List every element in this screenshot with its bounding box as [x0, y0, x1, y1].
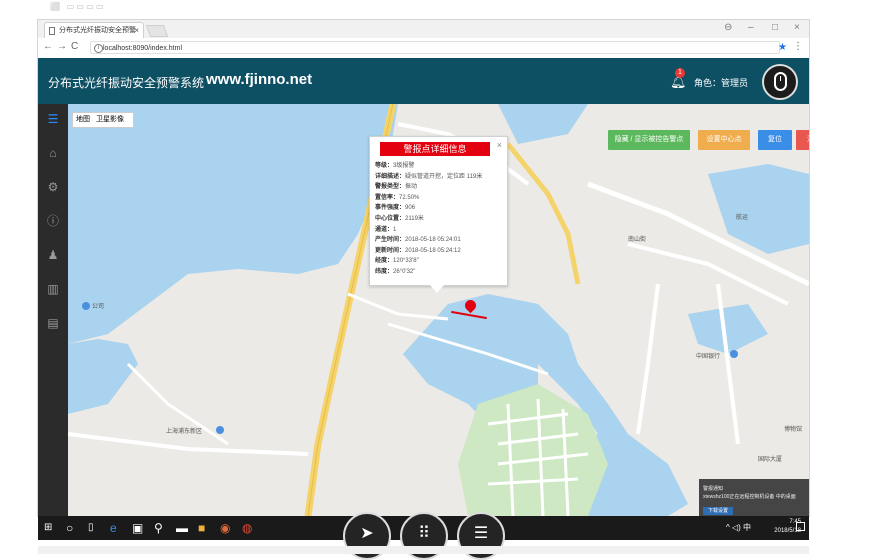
popup-close-icon[interactable]: × [497, 140, 502, 150]
mouse-mode-button[interactable] [762, 64, 798, 100]
detail-row: 置信率：72.50% [375, 194, 420, 201]
notification-badge: 1 [675, 68, 685, 78]
chrome-icon[interactable]: ◍ [242, 520, 252, 536]
detail-row: 经度：120°33'8" [375, 258, 419, 265]
explorer-icon[interactable]: ▬ [176, 520, 188, 536]
info-circle-icon[interactable]: ⓘ [44, 212, 62, 230]
set-center-button[interactable]: 设置中心点 [698, 130, 750, 150]
detail-row: 详细描述：疑似管道开挖，定位距 119米 [375, 173, 483, 180]
menu-icon[interactable]: ☰ [44, 110, 62, 128]
toggle-alarm-label: 隐藏 / 显示被控告警点 [614, 136, 684, 143]
tab-bar: 分布式光纤振动安全预警 × ⊖ – □ × [38, 20, 809, 38]
windows-start-icon[interactable]: ⊞ [44, 520, 52, 536]
ime-indicator[interactable]: 中 [743, 523, 751, 532]
map-label: 南山街 [628, 237, 647, 243]
action-center-icon[interactable] [796, 522, 805, 531]
notice-button[interactable]: 下载设置 [703, 507, 733, 515]
mouse-icon [774, 72, 787, 91]
bookmark-star-icon[interactable]: ★ [778, 42, 787, 53]
address-bar-row: ← → C i localhost:8090/index.html ★ ⋮ [38, 38, 809, 59]
map-label: 国际大厦 [758, 457, 783, 463]
hamburger-icon: ☰ [473, 525, 489, 542]
reset-button[interactable]: 复位 [758, 130, 792, 150]
app-title: 分布式光纤振动安全预警系统 [48, 76, 205, 90]
map-label: 上海浦东新区 [166, 429, 203, 435]
site-url: www.fjinno.net [206, 71, 313, 88]
map-label: 公司 [92, 304, 105, 310]
detail-row: 中心位置：2119米 [375, 215, 424, 222]
detail-row: 等级：3级报警 [375, 163, 415, 169]
forward-icon[interactable]: → [57, 41, 67, 52]
tab-satellite[interactable]: 卫星影像 [96, 116, 124, 123]
url-text: localhost:8090/index.html [103, 45, 182, 52]
edge-icon[interactable]: e [110, 520, 117, 536]
poi-icon[interactable] [730, 350, 738, 358]
notice-text: 警报通知 xtewshz100正在远程控制机设备 中的桌面 [703, 485, 796, 501]
popup-title: 警报点详细信息 [380, 142, 490, 156]
sidebar: ☰ ⌂ ⚙ ⓘ ♟ ▥ ▤ [38, 104, 68, 516]
maximize-button[interactable]: □ [772, 22, 778, 33]
detail-row: 更新时间：2018-05-18 05:24:12 [375, 247, 461, 254]
people-icon[interactable]: ⚲ [154, 520, 163, 536]
tab-close-icon[interactable]: × [134, 23, 139, 38]
detail-row: 通道：1 [375, 226, 397, 233]
home-icon[interactable]: ⌂ [44, 144, 62, 162]
remote-notice-window: 警报通知 xtewshz100正在远程控制机设备 中的桌面 下载设置 [699, 479, 809, 516]
tab-title: 分布式光纤振动安全预警 [59, 27, 136, 34]
folder-icon[interactable]: ■ [198, 520, 205, 536]
notice-title: 警报通知 [703, 486, 724, 492]
reset-label: 复位 [768, 136, 782, 143]
app-header: 分布式光纤振动安全预警系统 www.fjinno.net 🔔︎ 1 角色：管理员 [38, 58, 809, 104]
browser-menu-icon[interactable]: ⋮ [793, 41, 803, 52]
back-icon[interactable]: ← [43, 41, 53, 52]
detail-row: 事件强度：906 [375, 205, 416, 212]
map-view[interactable]: 地图卫星影像 隐藏 / 显示被控告警点 设置中心点 复位 清空 警报点详细信息 … [68, 104, 809, 516]
keyboard-icon: ⠿ [418, 525, 430, 542]
account-icon[interactable]: ⊖ [724, 22, 732, 33]
clear-button[interactable]: 清空 [796, 130, 809, 150]
minimize-button[interactable]: – [748, 22, 754, 33]
user-icon[interactable]: ♟ [44, 246, 62, 264]
toggle-alarm-points-button[interactable]: 隐藏 / 显示被控告警点 [608, 130, 690, 150]
map-label: 中国银行 [696, 354, 721, 360]
reload-icon[interactable]: C [71, 41, 78, 52]
notice-body: xtewshz100正在远程控制机设备 中的桌面 [703, 494, 796, 500]
close-window-button[interactable]: × [794, 22, 800, 33]
task-view-icon[interactable]: ▯ [88, 520, 94, 536]
chart-icon[interactable]: ▥ [44, 280, 62, 298]
tray-icons[interactable]: ^ ◁) 中 [726, 522, 751, 533]
bottom-strip [38, 546, 809, 554]
popup-details: 等级：3级报警 详细描述：疑似管道开挖，定位距 119米 警报类型：振动 置信率… [375, 161, 503, 278]
poi-icon[interactable] [82, 302, 90, 310]
url-input[interactable]: i localhost:8090/index.html [90, 41, 780, 54]
detail-row: 产生时间：2018-05-18 05:24:01 [375, 237, 461, 244]
page-icon [49, 27, 55, 35]
browser-tab[interactable]: 分布式光纤振动安全预警 × [44, 22, 144, 38]
browser-window: 分布式光纤振动安全预警 × ⊖ – □ × ← → C i localhost:… [38, 20, 809, 516]
clear-label: 清空 [807, 136, 809, 143]
faint-top-text: ⬜ ▭ ▭ ▭ ▭ [50, 2, 104, 11]
detail-row: 纬度：26°0'32" [375, 268, 416, 275]
store-icon[interactable]: ▣ [132, 520, 143, 536]
map-label: 博物馆 [784, 427, 803, 433]
new-tab-button[interactable] [145, 25, 169, 37]
tab-map[interactable]: 地图 [76, 116, 90, 123]
search-icon[interactable]: ○ [66, 520, 73, 536]
settings-icon[interactable]: ⚙ [44, 178, 62, 196]
alarm-detail-popup: 警报点详细信息 × 等级：3级报警 详细描述：疑似管道开挖，定位距 119米 警… [369, 136, 508, 293]
app-icon[interactable]: ◉ [220, 520, 230, 536]
map-label: 航运 [736, 215, 749, 221]
detail-row: 警报类型：振动 [375, 184, 418, 191]
cursor-icon: ➤ [360, 525, 374, 542]
list-icon[interactable]: ▤ [44, 314, 62, 332]
set-center-label: 设置中心点 [706, 136, 742, 143]
user-role[interactable]: 角色：管理员 [694, 76, 748, 89]
info-icon: i [94, 44, 103, 53]
poi-icon[interactable] [216, 426, 224, 434]
map-type-tabs: 地图 卫星影像 [72, 112, 134, 128]
